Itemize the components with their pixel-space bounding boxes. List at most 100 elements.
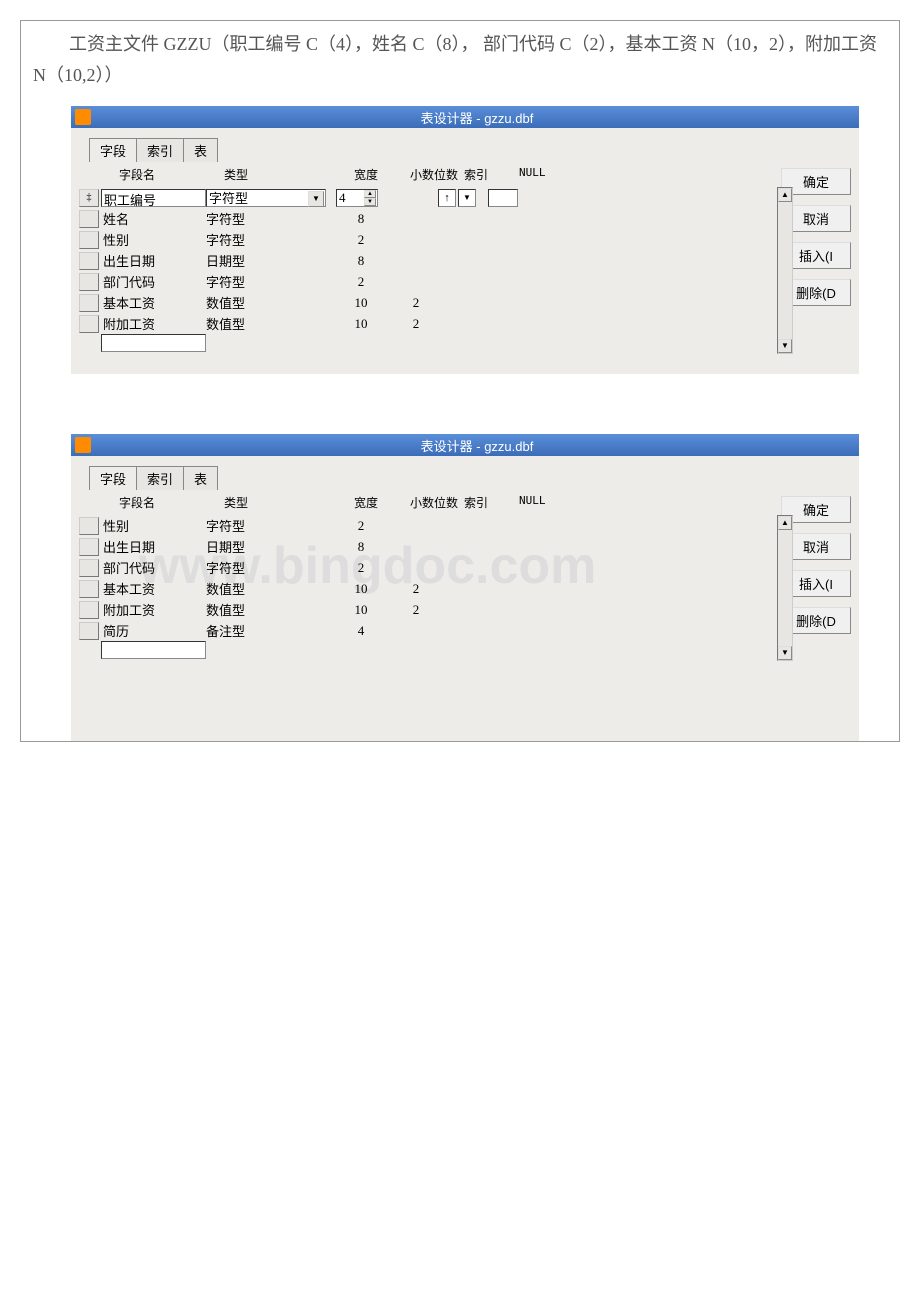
width-spinner[interactable]: ▲▼ — [364, 190, 376, 206]
field-name-cell[interactable]: 附加工资 — [101, 600, 206, 619]
header-index: 索引 — [464, 166, 519, 183]
field-name-cell[interactable]: 性别 — [101, 516, 206, 535]
scroll-up-icon[interactable]: ▲ — [778, 188, 792, 202]
field-row[interactable]: 附加工资数值型 102 — [79, 599, 763, 620]
chevron-down-icon[interactable]: ▼ — [458, 189, 476, 207]
field-row[interactable]: 简历备注型 4 — [79, 620, 763, 641]
scroll-up-icon[interactable]: ▲ — [778, 516, 792, 530]
field-index-cell[interactable]: ↑▼ — [438, 189, 488, 207]
window-title: 表设计器 - gzzu.dbf — [95, 108, 859, 127]
header-index: 索引 — [464, 494, 519, 511]
field-name-cell[interactable]: 简历 — [101, 621, 206, 640]
field-type-cell[interactable]: 字符型 — [206, 516, 306, 535]
field-row[interactable]: ‡职工编号字符型▼4▲▼↑▼ — [79, 187, 763, 208]
vertical-scrollbar[interactable]: ▲ ▼ — [777, 187, 793, 354]
index-direction-box[interactable]: ↑ — [438, 189, 456, 207]
row-handle[interactable] — [79, 538, 99, 556]
field-width-cell[interactable]: 10 — [336, 316, 386, 332]
tab-fields[interactable]: 字段 — [89, 466, 137, 490]
field-row[interactable]: 部门代码字符型 2 — [79, 557, 763, 578]
scroll-down-icon[interactable]: ▼ — [778, 646, 792, 660]
row-handle[interactable] — [79, 517, 99, 535]
field-row[interactable]: 部门代码字符型 2 — [79, 271, 763, 292]
tab-index[interactable]: 索引 — [136, 138, 184, 162]
null-checkbox[interactable] — [488, 189, 518, 207]
tab-table[interactable]: 表 — [183, 138, 218, 162]
field-decimal-cell[interactable]: 2 — [386, 602, 446, 618]
field-width-cell[interactable]: 2 — [336, 232, 386, 248]
field-type-cell[interactable]: 字符型▼ — [206, 189, 326, 207]
field-row[interactable]: 附加工资数值型 102 — [79, 313, 763, 334]
tab-fields[interactable]: 字段 — [89, 138, 137, 162]
field-null-cell[interactable] — [488, 189, 528, 207]
field-name-cell[interactable]: 基本工资 — [101, 293, 206, 312]
field-name-cell[interactable]: 部门代码 — [101, 272, 206, 291]
field-type-cell[interactable]: 数值型 — [206, 293, 306, 312]
field-decimal-cell[interactable]: 2 — [386, 295, 446, 311]
field-width-cell[interactable]: 2 — [336, 274, 386, 290]
field-type-cell[interactable]: 字符型 — [206, 230, 306, 249]
field-width-cell[interactable]: 8 — [336, 539, 386, 555]
field-row[interactable]: 出生日期日期型 8 — [79, 250, 763, 271]
vertical-scrollbar[interactable]: ▲ ▼ — [777, 515, 793, 661]
field-decimal-cell[interactable]: 2 — [386, 581, 446, 597]
field-row[interactable]: 姓名字符型 8 — [79, 208, 763, 229]
field-width-cell[interactable]: 8 — [336, 211, 386, 227]
field-row[interactable]: 基本工资数值型 102 — [79, 292, 763, 313]
row-handle[interactable] — [79, 210, 99, 228]
scroll-down-icon[interactable]: ▼ — [778, 339, 792, 353]
description-text: 工资主文件 GZZU（职工编号 C（4），姓名 C（8）， 部门代码 C（2），… — [21, 21, 899, 98]
field-width-cell[interactable]: 2 — [336, 560, 386, 576]
empty-field-cell[interactable] — [101, 641, 206, 659]
row-handle[interactable] — [79, 231, 99, 249]
field-width-cell[interactable]: 8 — [336, 253, 386, 269]
tab-index[interactable]: 索引 — [136, 466, 184, 490]
field-row[interactable]: 基本工资数值型 102 — [79, 578, 763, 599]
header-dec: 小数位数 — [404, 166, 464, 183]
field-type-cell[interactable]: 日期型 — [206, 251, 306, 270]
field-name-cell[interactable]: 附加工资 — [101, 314, 206, 333]
field-width-cell[interactable]: 10 — [336, 602, 386, 618]
row-handle[interactable] — [79, 559, 99, 577]
grid-header-1: 字段名 类型 宽度 小数位数 索引 NULL — [79, 162, 781, 187]
field-name-cell[interactable]: 姓名 — [101, 209, 206, 228]
header-type: 类型 — [224, 494, 354, 511]
field-name-cell[interactable]: 出生日期 — [101, 537, 206, 556]
row-handle[interactable] — [79, 294, 99, 312]
field-name-cell[interactable]: 部门代码 — [101, 558, 206, 577]
field-type-cell[interactable]: 字符型 — [206, 209, 306, 228]
field-row[interactable]: 性别字符型 2 — [79, 229, 763, 250]
field-type-cell[interactable]: 备注型 — [206, 621, 306, 640]
field-decimal-cell[interactable]: 2 — [386, 316, 446, 332]
empty-field-cell[interactable] — [101, 334, 206, 352]
field-width-cell[interactable]: 2 — [336, 518, 386, 534]
chevron-down-icon[interactable]: ▼ — [308, 191, 324, 207]
field-row[interactable]: 出生日期日期型 8 — [79, 536, 763, 557]
field-name-cell[interactable]: 出生日期 — [101, 251, 206, 270]
row-handle[interactable] — [79, 315, 99, 333]
field-width-cell[interactable]: 4▲▼ — [336, 189, 378, 207]
field-name-cell[interactable]: 职工编号 — [101, 189, 206, 207]
field-type-cell[interactable]: 数值型 — [206, 579, 306, 598]
field-width-cell[interactable]: 4 — [336, 623, 386, 639]
row-handle[interactable] — [79, 252, 99, 270]
field-name-cell[interactable]: 性别 — [101, 230, 206, 249]
field-width-cell[interactable]: 10 — [336, 581, 386, 597]
field-type-cell[interactable]: 日期型 — [206, 537, 306, 556]
row-handle[interactable] — [79, 622, 99, 640]
row-handle[interactable] — [79, 580, 99, 598]
field-name-cell[interactable]: 基本工资 — [101, 579, 206, 598]
field-type-cell[interactable]: 数值型 — [206, 314, 306, 333]
field-type-cell[interactable]: 字符型 — [206, 558, 306, 577]
row-handle[interactable] — [79, 273, 99, 291]
table-designer-1: 表设计器 - gzzu.dbf 字段 索引 表 字段名 类型 宽度 小数位数 索… — [71, 106, 859, 374]
field-type-cell[interactable]: 数值型 — [206, 600, 306, 619]
row-handle[interactable] — [79, 601, 99, 619]
field-row[interactable]: 性别字符型 2 — [79, 515, 763, 536]
field-width-cell[interactable]: 10 — [336, 295, 386, 311]
field-type-cell[interactable]: 字符型 — [206, 272, 306, 291]
spinner-up-icon[interactable]: ▲ — [364, 190, 376, 198]
row-handle[interactable]: ‡ — [79, 189, 99, 207]
spinner-down-icon[interactable]: ▼ — [364, 198, 376, 206]
tab-table[interactable]: 表 — [183, 466, 218, 490]
